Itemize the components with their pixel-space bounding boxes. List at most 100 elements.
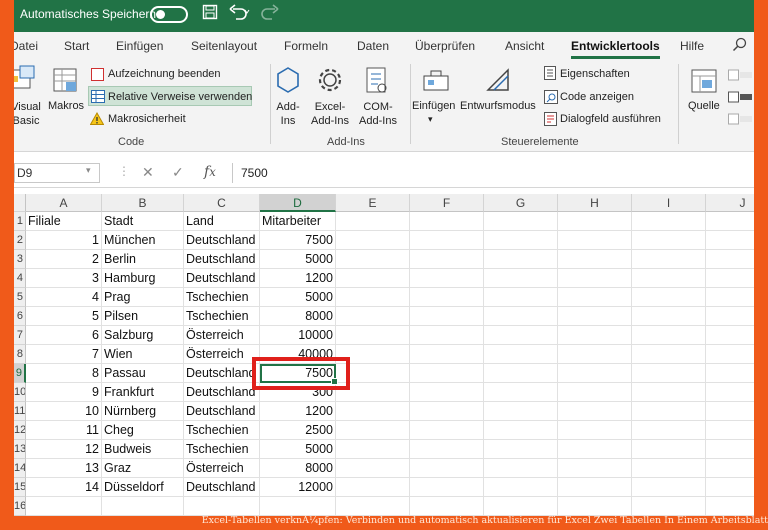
table-cell[interactable]: Prag: [102, 288, 184, 307]
empty-cell[interactable]: [706, 212, 754, 231]
row-header[interactable]: 2: [14, 231, 26, 250]
row-header[interactable]: 14: [14, 459, 26, 478]
row-header[interactable]: 9: [14, 364, 26, 383]
empty-cell[interactable]: [484, 383, 558, 402]
empty-cell[interactable]: [558, 212, 632, 231]
chevron-down-icon[interactable]: ▾: [86, 165, 91, 176]
empty-cell[interactable]: [484, 212, 558, 231]
empty-cell[interactable]: [632, 307, 706, 326]
table-cell[interactable]: Deutschland: [184, 250, 260, 269]
empty-cell[interactable]: [558, 326, 632, 345]
column-header-i[interactable]: I: [632, 194, 706, 212]
empty-cell[interactable]: [336, 478, 410, 497]
empty-cell[interactable]: [632, 364, 706, 383]
empty-cell[interactable]: [558, 383, 632, 402]
table-cell[interactable]: Passau: [102, 364, 184, 383]
table-cell[interactable]: 2500: [260, 421, 336, 440]
table-cell[interactable]: 13: [26, 459, 102, 478]
column-header-b[interactable]: B: [102, 194, 184, 212]
xml-source-icon[interactable]: [690, 68, 718, 99]
empty-cell[interactable]: [410, 250, 484, 269]
table-cell[interactable]: Österreich: [184, 345, 260, 364]
table-cell[interactable]: 5000: [260, 440, 336, 459]
empty-cell[interactable]: [558, 478, 632, 497]
table-cell[interactable]: Österreich: [184, 459, 260, 478]
table-cell[interactable]: Düsseldorf: [102, 478, 184, 497]
empty-cell[interactable]: [336, 212, 410, 231]
table-cell[interactable]: 12: [26, 440, 102, 459]
com-addins-icon[interactable]: [362, 66, 390, 99]
empty-cell[interactable]: [558, 231, 632, 250]
redo-icon[interactable]: [258, 4, 280, 24]
table-cell[interactable]: 10000: [260, 326, 336, 345]
empty-cell[interactable]: [410, 307, 484, 326]
empty-cell[interactable]: [484, 231, 558, 250]
empty-cell[interactable]: [484, 364, 558, 383]
row-header[interactable]: 6: [14, 307, 26, 326]
spreadsheet-grid[interactable]: ABCDEFGHIJ 1 2 3 4 5 6 7 8 9 10 11 12 13 14 15 16 Filia…: [14, 194, 754, 516]
empty-cell[interactable]: [484, 307, 558, 326]
empty-cell[interactable]: [410, 345, 484, 364]
empty-cell[interactable]: [410, 497, 484, 516]
macros-icon[interactable]: [52, 66, 80, 99]
empty-cell[interactable]: [410, 440, 484, 459]
empty-cell[interactable]: [706, 269, 754, 288]
column-header-e[interactable]: E: [336, 194, 410, 212]
empty-cell[interactable]: [558, 402, 632, 421]
empty-cell[interactable]: [632, 402, 706, 421]
empty-cell[interactable]: [706, 326, 754, 345]
search-icon[interactable]: [732, 37, 748, 56]
column-header-f[interactable]: F: [410, 194, 484, 212]
row-header[interactable]: 5: [14, 288, 26, 307]
row-header[interactable]: 8: [14, 345, 26, 364]
visual-basic-label[interactable]: Visual Basic: [14, 100, 46, 128]
empty-cell[interactable]: [632, 345, 706, 364]
empty-cell[interactable]: [410, 402, 484, 421]
empty-cell[interactable]: [410, 288, 484, 307]
table-cell[interactable]: Deutschland: [184, 478, 260, 497]
empty-cell[interactable]: [558, 269, 632, 288]
empty-cell[interactable]: [706, 250, 754, 269]
cancel-icon[interactable]: ✕: [142, 164, 154, 181]
com-addins-button[interactable]: COM- Add-Ins: [354, 100, 402, 128]
empty-cell[interactable]: [410, 364, 484, 383]
table-cell[interactable]: Tschechien: [184, 440, 260, 459]
table-cell[interactable]: Hamburg: [102, 269, 184, 288]
tab-start[interactable]: Start: [64, 39, 89, 53]
empty-cell[interactable]: [558, 288, 632, 307]
empty-cell[interactable]: [410, 326, 484, 345]
empty-cell[interactable]: [558, 497, 632, 516]
tab-ueberpruefen[interactable]: Überprüfen: [415, 39, 475, 53]
table-cell[interactable]: 5000: [260, 288, 336, 307]
empty-cell[interactable]: [484, 250, 558, 269]
empty-cell[interactable]: [558, 307, 632, 326]
table-cell[interactable]: Deutschland: [184, 269, 260, 288]
tab-formeln[interactable]: Formeln: [284, 39, 328, 53]
table-cell[interactable]: 8: [26, 364, 102, 383]
empty-cell[interactable]: [632, 269, 706, 288]
column-header-g[interactable]: G: [484, 194, 558, 212]
table-cell[interactable]: Deutschland: [184, 402, 260, 421]
empty-cell[interactable]: [706, 288, 754, 307]
xml-source-button[interactable]: Quelle: [688, 100, 720, 112]
table-cell[interactable]: 2: [26, 250, 102, 269]
empty-cell[interactable]: [558, 345, 632, 364]
empty-cell[interactable]: [336, 402, 410, 421]
empty-cell[interactable]: [26, 497, 102, 516]
table-cell[interactable]: Tschechien: [184, 421, 260, 440]
empty-cell[interactable]: [336, 250, 410, 269]
table-cell[interactable]: Pilsen: [102, 307, 184, 326]
empty-cell[interactable]: [706, 440, 754, 459]
column-header-c[interactable]: C: [184, 194, 260, 212]
insert-control-button[interactable]: Einfügen: [412, 100, 455, 112]
row-header[interactable]: 15: [14, 478, 26, 497]
tab-datei[interactable]: Datei: [14, 39, 38, 53]
undo-icon[interactable]: [228, 4, 250, 24]
tab-seitenlayout[interactable]: Seitenlayout: [191, 39, 257, 53]
design-mode-button[interactable]: Entwurfsmodus: [460, 100, 536, 112]
table-cell[interactable]: Budweis: [102, 440, 184, 459]
table-cell[interactable]: 1: [26, 231, 102, 250]
empty-cell[interactable]: [558, 421, 632, 440]
empty-cell[interactable]: [632, 250, 706, 269]
empty-cell[interactable]: [632, 212, 706, 231]
